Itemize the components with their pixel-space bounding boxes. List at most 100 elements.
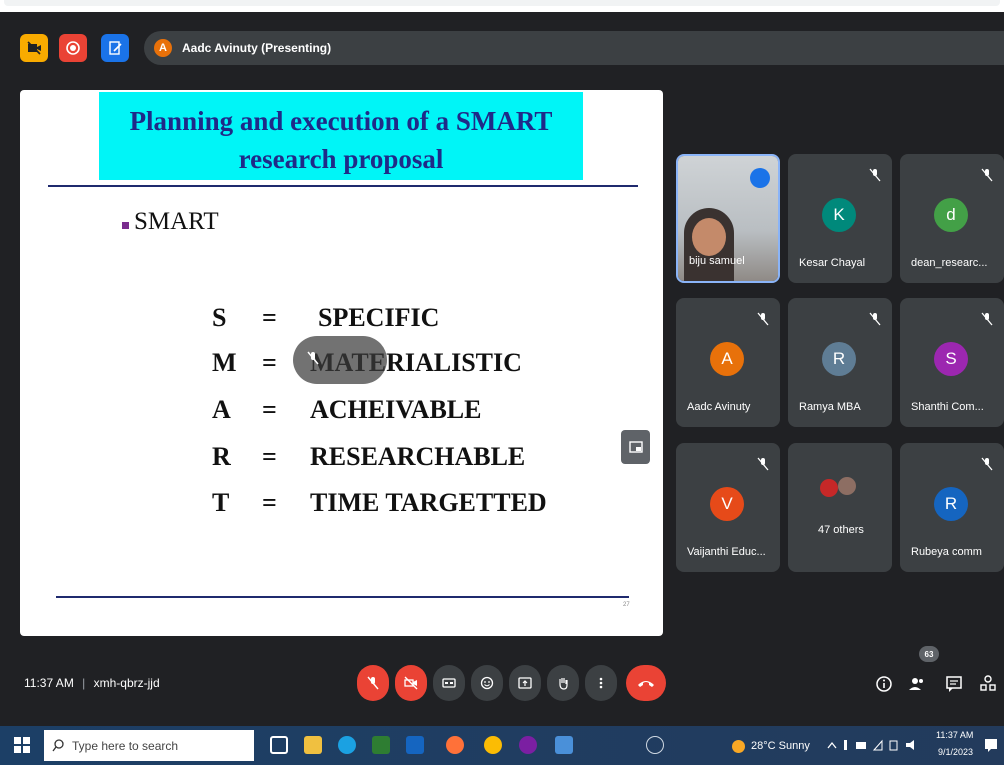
participant-tile[interactable]: V Vaijanthi Educ... <box>676 443 780 572</box>
notification-icon[interactable] <box>984 738 998 752</box>
taskbar-clock-time[interactable]: 11:37 AM <box>936 730 973 740</box>
meeting-time: 11:37 AM <box>24 676 74 690</box>
camera-off-icon[interactable] <box>20 34 48 62</box>
participant-avatar: R <box>822 342 856 376</box>
presentation-slide: Planning and execution of a SMART resear… <box>20 90 663 636</box>
activities-icon[interactable] <box>978 674 998 694</box>
present-icon <box>518 677 532 689</box>
store-icon[interactable] <box>372 736 390 754</box>
camera-off-icon <box>404 676 418 690</box>
mic-off-icon <box>981 168 993 182</box>
mic-off-icon <box>869 168 881 182</box>
slide-divider-bottom <box>56 596 629 598</box>
meeting-info: 11:37 AM | xmh-qbrz-jjd <box>24 676 160 690</box>
participant-tile[interactable]: d dean_researc... <box>900 154 1004 283</box>
participant-tile[interactable]: K Kesar Chayal <box>788 154 892 283</box>
notepad-icon[interactable] <box>555 736 573 754</box>
slide-page-number: 27 <box>623 602 630 608</box>
slide-bullet-text: SMART <box>134 208 219 235</box>
pen-icon[interactable] <box>646 736 664 754</box>
meeting-code[interactable]: xmh-qbrz-jjd <box>94 676 160 690</box>
mic-off-icon <box>367 676 379 690</box>
presenter-avatar: A <box>154 39 172 57</box>
participant-tile[interactable]: S Shanthi Com... <box>900 298 1004 427</box>
participant-avatar: d <box>934 198 968 232</box>
participant-tile[interactable]: R Rubeya comm <box>900 443 1004 572</box>
taskbar-search-box[interactable]: Type here to search <box>44 730 254 761</box>
hang-up-icon <box>638 681 654 687</box>
presenting-banner: A Aadc Avinuty (Presenting) <box>144 31 1004 65</box>
participant-avatar: S <box>934 342 968 376</box>
windows-taskbar: Type here to search 28°C Sunny 11:37 AM … <box>0 726 1004 765</box>
smart-letter: R <box>212 442 231 471</box>
raise-hand-button[interactable] <box>547 665 579 701</box>
hand-icon <box>559 678 568 690</box>
people-icon[interactable] <box>907 674 927 694</box>
captions-icon <box>442 678 456 688</box>
meet-top-bar: A Aadc Avinuty (Presenting) <box>0 12 1004 76</box>
participant-avatar: V <box>710 487 744 521</box>
taskbar-search-placeholder: Type here to search <box>72 739 179 753</box>
record-icon[interactable] <box>59 34 87 62</box>
participant-name: Shanthi Com... <box>911 401 984 413</box>
meeting-details-icon[interactable] <box>874 674 894 694</box>
participant-tile[interactable]: A Aadc Avinuty <box>676 298 780 427</box>
participant-avatar: A <box>710 342 744 376</box>
participant-name: Rubeya comm <box>911 546 982 558</box>
leave-call-button[interactable] <box>626 665 666 701</box>
firefox-icon[interactable] <box>446 736 464 754</box>
chat-icon[interactable] <box>944 674 964 694</box>
smart-equals: = <box>262 303 277 332</box>
participant-tile-self[interactable]: biju samuel <box>676 154 780 283</box>
participant-name: Vaijanthi Educ... <box>687 546 766 558</box>
participant-name: Kesar Chayal <box>799 257 866 269</box>
file-explorer-icon[interactable] <box>304 736 322 754</box>
bullet-icon <box>122 222 129 229</box>
chrome-icon[interactable] <box>484 736 502 754</box>
browser-top-edge <box>0 0 1004 12</box>
participant-tile[interactable]: R Ramya MBA <box>788 298 892 427</box>
smart-equals: = <box>262 348 277 377</box>
captions-button[interactable] <box>433 665 465 701</box>
others-avatar-icon <box>820 479 838 497</box>
others-avatar-icon <box>838 477 856 495</box>
meet-control-bar: 11:37 AM | xmh-qbrz-jjd <box>0 650 1004 716</box>
taskbar-clock-date[interactable]: 9/1/2023 <box>938 747 973 757</box>
app-icon[interactable] <box>519 736 537 754</box>
mic-off-icon <box>869 312 881 326</box>
smart-word: RESEARCHABLE <box>310 442 526 471</box>
smart-letter: S <box>212 303 227 332</box>
more-options-button[interactable] <box>585 665 617 701</box>
people-count-badge: 63 <box>919 646 939 662</box>
mic-off-icon <box>981 457 993 471</box>
others-tile[interactable]: 47 others <box>788 443 892 572</box>
participant-name: Aadc Avinuty <box>687 401 751 413</box>
camera-toggle-button[interactable] <box>395 665 427 701</box>
slide-title: Planning and execution of a SMART resear… <box>129 106 553 174</box>
slide-title-box: Planning and execution of a SMART resear… <box>99 92 583 180</box>
mic-off-icon <box>757 457 769 471</box>
edge-browser-icon[interactable] <box>338 736 356 754</box>
mail-icon[interactable] <box>406 736 424 754</box>
mic-off-icon <box>757 312 769 326</box>
participant-avatar: K <box>822 198 856 232</box>
smart-letter: M <box>212 348 237 377</box>
smart-equals: = <box>262 442 277 471</box>
weather-text[interactable]: 28°C Sunny <box>751 740 810 752</box>
weather-sun-icon <box>732 740 745 753</box>
emoji-icon <box>480 676 494 690</box>
task-view-icon[interactable] <box>270 736 288 754</box>
pin-presentation-button[interactable] <box>621 430 650 464</box>
participant-name: biju samuel <box>689 255 745 267</box>
participant-avatar: R <box>934 487 968 521</box>
present-screen-button[interactable] <box>509 665 541 701</box>
smart-word: ACHEIVABLE <box>310 395 482 424</box>
more-vert-icon <box>599 677 603 689</box>
windows-start-icon[interactable] <box>14 737 30 753</box>
smart-equals: = <box>262 488 277 517</box>
system-tray-icons[interactable] <box>826 738 922 752</box>
reactions-button[interactable] <box>471 665 503 701</box>
speaking-indicator-icon <box>750 168 770 188</box>
mic-toggle-button[interactable] <box>357 665 389 701</box>
edit-document-icon[interactable] <box>101 34 129 62</box>
